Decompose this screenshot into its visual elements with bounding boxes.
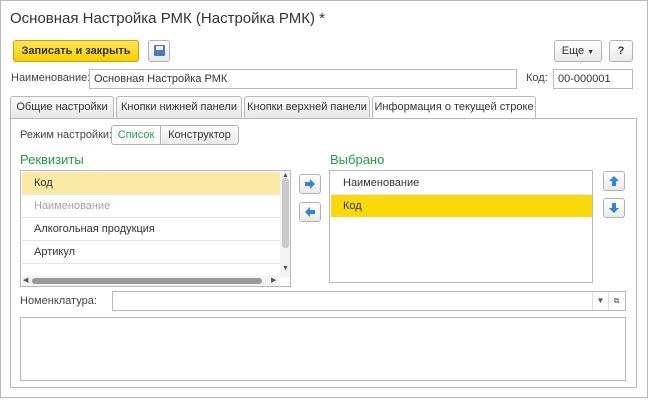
arrow-left-icon [305,207,315,217]
tab-general[interactable]: Общие настройки [10,96,114,118]
arrow-down-icon [609,203,619,213]
tab-top-panel-buttons[interactable]: Кнопки верхней панели [244,96,370,118]
scroll-right-icon[interactable]: ▶ [271,277,276,285]
tab-current-row-info[interactable]: Информация о текущей строке [372,96,536,119]
arrow-right-icon [305,179,315,189]
move-up-button[interactable] [603,171,625,191]
mode-list-button[interactable]: Список [111,125,161,145]
code-field[interactable]: 00-000001 [553,69,633,89]
scroll-down-icon[interactable]: ▼ [282,265,289,273]
tab-bottom-panel-buttons[interactable]: Кнопки нижней панели [116,96,242,118]
mode-constructor-button[interactable]: Конструктор [160,125,239,145]
list-item[interactable]: Код [331,195,592,217]
name-label: Наименование: [11,72,91,84]
arrow-up-icon [609,176,619,186]
name-field[interactable]: Основная Настройка РМК [89,69,517,89]
list-item[interactable]: Наименование [22,195,280,217]
settings-mode-label: Режим настройки: [20,129,113,141]
horizontal-scrollbar[interactable]: ◀ ▶ [22,276,280,286]
more-label: Еще [561,45,585,57]
info-area[interactable] [20,317,626,381]
floppy-disk-icon [154,45,165,56]
list-item[interactable]: Наименование [331,172,592,194]
list-item[interactable]: Код [22,172,280,194]
chevron-down-icon: ▼ [587,49,595,56]
scroll-thumb[interactable] [32,278,262,284]
open-form-icon[interactable]: ⧉ [608,292,624,310]
chevron-down-icon[interactable]: ▼ [592,292,608,310]
settings-window: Основная Настройка РМК (Настройка РМК) *… [0,0,648,398]
selected-list[interactable]: Наименование Код [329,170,593,283]
scroll-left-icon[interactable]: ◀ [23,277,28,285]
help-button[interactable]: ? [609,40,633,62]
requisites-list[interactable]: Код Наименование Алкогольная продукция А… [20,170,291,287]
row-divider [22,263,280,264]
requisites-heading: Реквизиты [20,152,84,167]
save-button[interactable] [148,40,170,62]
list-item[interactable]: Алкогольная продукция [22,218,280,240]
selected-heading: Выбрано [330,152,385,167]
scroll-thumb[interactable] [282,178,289,248]
code-label: Код: [526,72,548,84]
list-item[interactable]: Артикул [22,241,280,263]
move-left-button[interactable] [299,202,321,222]
move-down-button[interactable] [603,198,625,218]
save-and-close-button[interactable]: Записать и закрыть [13,40,139,62]
more-button[interactable]: Еще ▼ [554,40,602,62]
nomenclature-field[interactable] [112,291,626,311]
nomenclature-label: Номенклатура: [20,295,97,307]
vertical-scrollbar[interactable]: ▲ ▼ [280,172,290,277]
move-right-button[interactable] [299,174,321,194]
window-title: Основная Настройка РМК (Настройка РМК) * [10,10,325,27]
